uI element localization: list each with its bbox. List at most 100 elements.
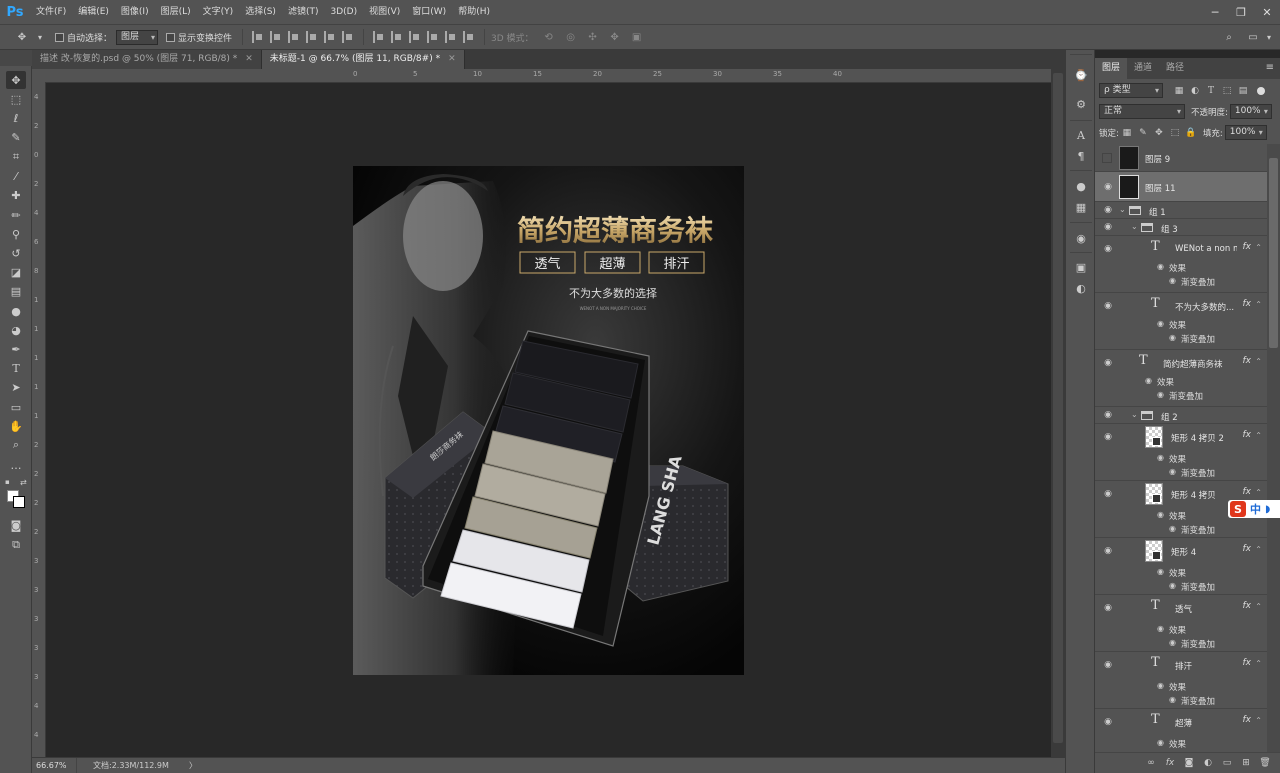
link-layers-icon[interactable]: ∞ — [1144, 756, 1158, 770]
adjustment-layer-icon[interactable]: ◐ — [1201, 756, 1215, 770]
eye-icon[interactable]: ◉ — [1102, 432, 1114, 442]
opacity-input[interactable]: 100% — [1229, 104, 1272, 119]
toolbar-header[interactable] — [0, 50, 32, 66]
swap-colors-icon[interactable]: ⇄ — [20, 478, 27, 487]
layer-row[interactable]: ◉ 图层 11 — [1095, 172, 1267, 202]
filter-smart-icon[interactable]: ▤ — [1237, 85, 1249, 97]
crop-tool-icon[interactable]: ⌗ — [6, 148, 26, 166]
eye-icon[interactable]: ◉ — [1169, 638, 1176, 647]
show-transform-checkbox[interactable] — [166, 32, 176, 42]
eye-icon[interactable]: ◉ — [1102, 660, 1114, 670]
lock-position-icon[interactable]: ✥ — [1153, 127, 1165, 139]
menu-filter[interactable]: 滤镜(T) — [282, 0, 325, 24]
filter-shape-icon[interactable]: ⬚ — [1221, 85, 1233, 97]
tab-doc-2[interactable]: 未标题-1 @ 66.7% (图层 11, RGB/8#) * ✕ — [261, 50, 465, 69]
status-menu-arrow-icon[interactable]: 〉 — [189, 760, 197, 771]
restore-icon[interactable]: ❐ — [1228, 0, 1254, 24]
filter-type-icon[interactable]: T — [1205, 85, 1217, 97]
align-left-icon[interactable] — [306, 31, 318, 43]
scrollbar-thumb[interactable] — [1053, 73, 1063, 743]
group-row[interactable]: ◉ ⌄ 组 2 — [1095, 407, 1267, 424]
eye-icon[interactable]: ◉ — [1102, 222, 1114, 232]
fx-icon[interactable]: fx — [1243, 430, 1252, 440]
chevron-up-icon[interactable]: ⌃ — [1255, 716, 1262, 725]
eye-icon[interactable]: ◉ — [1169, 333, 1176, 342]
chevron-up-icon[interactable]: ⌃ — [1255, 431, 1262, 440]
properties-icon[interactable]: ⚙ — [1072, 95, 1090, 113]
history-brush-tool-icon[interactable]: ↺ — [6, 244, 26, 262]
eye-icon[interactable]: ◉ — [1169, 581, 1176, 590]
close-icon[interactable]: ✕ — [245, 54, 253, 64]
menu-layer[interactable]: 图层(L) — [155, 0, 197, 24]
3d-rotate-icon[interactable]: ⟲ — [541, 29, 557, 45]
tab-doc-1[interactable]: 描述 改-恢复的.psd @ 50% (图层 71, RGB/8) * ✕ — [32, 50, 262, 69]
more-tools-icon[interactable]: … — [6, 456, 26, 474]
eye-icon[interactable]: ◉ — [1157, 681, 1164, 690]
group-row[interactable]: ◉ ⌄ 组 1 — [1095, 202, 1267, 219]
ime-indicator[interactable]: S 中 ◗ — [1228, 500, 1280, 518]
character-icon[interactable]: A — [1072, 126, 1090, 144]
add-mask-icon[interactable]: ◙ — [1182, 756, 1196, 770]
ruler-left[interactable]: 4 2 0 2 4 6 8 1 1 1 1 1 2 2 2 2 3 3 3 3 … — [32, 83, 46, 757]
ruler-top[interactable]: 0 5 10 15 20 25 30 35 40 — [45, 69, 1051, 83]
zoom-field[interactable]: 66.67% — [32, 757, 77, 773]
eyedropper-tool-icon[interactable]: ⁄ — [6, 167, 26, 185]
menu-image[interactable]: 图像(I) — [115, 0, 155, 24]
fx-icon[interactable]: fx — [1243, 658, 1252, 668]
menu-select[interactable]: 选择(S) — [239, 0, 282, 24]
eye-icon[interactable]: ◉ — [1102, 244, 1114, 254]
layer-row[interactable]: 图层 9 — [1095, 144, 1267, 172]
lock-transparent-icon[interactable]: ▦ — [1121, 127, 1133, 139]
scrollbar-thumb[interactable] — [1269, 158, 1278, 348]
fx-icon[interactable]: fx — [1243, 601, 1252, 611]
menu-edit[interactable]: 编辑(E) — [72, 0, 115, 24]
chevron-down-icon[interactable]: ⌄ — [1131, 410, 1138, 419]
chevron-up-icon[interactable]: ⌃ — [1255, 545, 1262, 554]
dodge-tool-icon[interactable]: ◕ — [6, 321, 26, 339]
distribute-top-icon[interactable] — [373, 31, 385, 43]
text-layer-row[interactable]: ◉ T 不为大多数的... fx ⌃ ◉ 效果 ◉ 渐变叠加 — [1095, 293, 1267, 350]
layers-comp-icon[interactable]: ▣ — [1072, 258, 1090, 276]
eye-icon[interactable]: ◉ — [1102, 717, 1114, 727]
chevron-down-icon[interactable]: ⌄ — [1119, 205, 1126, 214]
brush-tool-icon[interactable]: ✏ — [6, 206, 26, 224]
eye-icon[interactable]: ◉ — [1157, 453, 1164, 462]
text-layer-row[interactable]: ◉ T WENot a non m... fx ⌃ ◉ 效果 ◉ 渐变叠加 — [1095, 236, 1267, 293]
blur-tool-icon[interactable]: ● — [6, 302, 26, 320]
eye-icon[interactable]: ◉ — [1157, 319, 1164, 328]
fx-icon[interactable]: fx — [1243, 487, 1252, 497]
filter-adjust-icon[interactable]: ◐ — [1189, 85, 1201, 97]
align-hcenter-icon[interactable] — [324, 31, 336, 43]
healing-tool-icon[interactable]: ✚ — [6, 186, 26, 204]
tab-paths[interactable]: 路径 — [1159, 58, 1191, 79]
shape-layer-row[interactable]: ◉ 矩形 4 fx ⌃ ◉ 效果 ◉ 渐变叠加 — [1095, 538, 1267, 595]
hand-tool-icon[interactable]: ✋ — [6, 417, 26, 435]
adjustments-icon[interactable]: ◐ — [1072, 279, 1090, 297]
align-vcenter-icon[interactable] — [270, 31, 282, 43]
eye-icon[interactable]: ◉ — [1169, 467, 1176, 476]
pen-tool-icon[interactable]: ✒ — [6, 340, 26, 358]
3d-drag-icon[interactable]: ✣ — [585, 29, 601, 45]
menu-3d[interactable]: 3D(D) — [324, 0, 363, 24]
eye-icon[interactable]: ◉ — [1102, 205, 1114, 215]
eraser-tool-icon[interactable]: ◪ — [6, 263, 26, 281]
fx-icon[interactable]: fx — [1243, 715, 1252, 725]
screen-mode-icon[interactable]: ⧉ — [6, 536, 26, 554]
add-style-icon[interactable]: fx — [1163, 756, 1177, 770]
eye-icon[interactable]: ◉ — [1102, 182, 1114, 192]
menu-window[interactable]: 窗口(W) — [406, 0, 452, 24]
eye-icon[interactable]: ◉ — [1157, 510, 1164, 519]
new-layer-icon[interactable]: ⊞ — [1239, 756, 1253, 770]
quick-mask-icon[interactable]: ◙ — [6, 516, 26, 534]
chevron-down-icon[interactable]: ⌄ — [1131, 222, 1138, 231]
align-top-icon[interactable] — [252, 31, 264, 43]
tool-preset-chevron-icon[interactable]: ▾ — [36, 29, 44, 45]
chevron-up-icon[interactable]: ⌃ — [1255, 602, 1262, 611]
rectangle-tool-icon[interactable]: ▭ — [6, 398, 26, 416]
delete-layer-icon[interactable]: 🗑 — [1258, 756, 1272, 770]
lock-artboard-icon[interactable]: ⬚ — [1169, 127, 1181, 139]
type-tool-icon[interactable]: T — [6, 359, 26, 377]
filter-toggle-icon[interactable] — [1257, 86, 1265, 95]
document-canvas[interactable]: 简约超薄商务袜 透气 超薄 排汗 不为大多数的选择 WENOT A NON MA… — [353, 166, 744, 675]
visibility-toggle[interactable] — [1102, 153, 1112, 163]
